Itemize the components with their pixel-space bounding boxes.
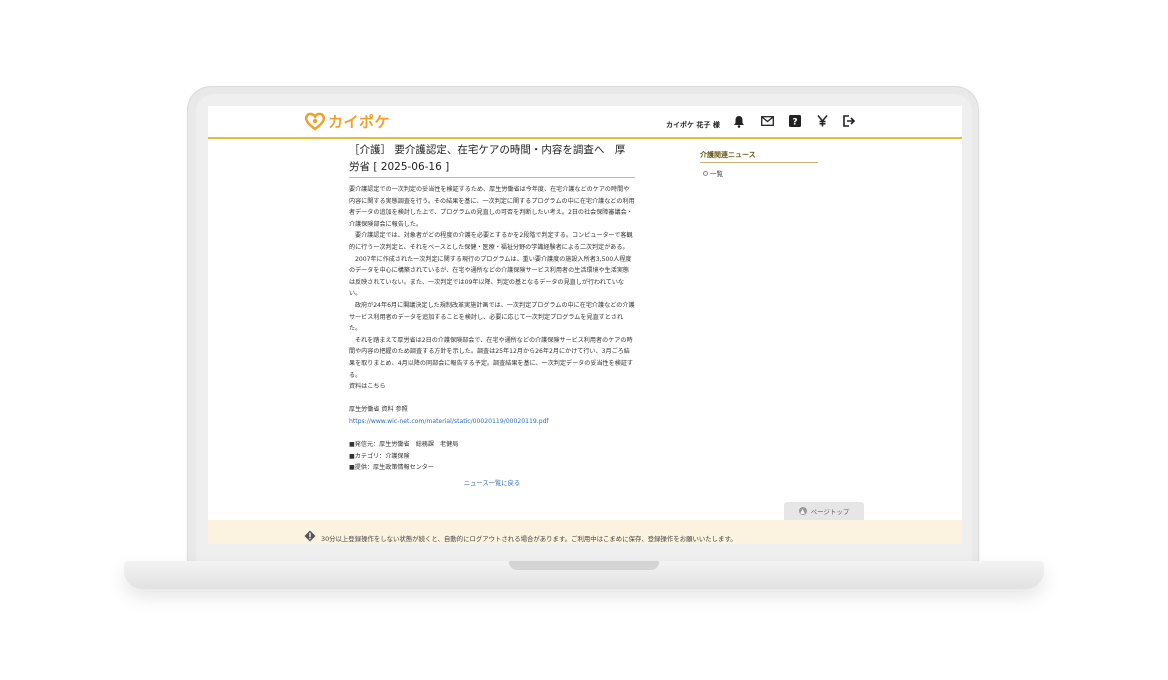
sidebar-item-list[interactable]: 一覧 — [700, 168, 818, 178]
logout-notice-text: 30分以上登録操作をしない状態が続くと、自動的にログアウトされる場合があります。… — [321, 535, 737, 543]
user-name: カイポケ 花子 様 — [666, 121, 720, 129]
article-title: ［介護］ 要介護認定、在宅ケアの時間・内容を調査へ 厚労省 [ 2025-06-… — [349, 142, 635, 178]
reference-label: 厚生労働省 資料 参照 — [349, 406, 408, 414]
article-paragraph: 要介護認定では、対象者がどの程度の介護を必要とするかを2段階で判定する。コンピュ… — [349, 232, 633, 251]
bell-icon[interactable] — [732, 114, 746, 128]
bullet-icon — [703, 170, 708, 176]
reference-link[interactable]: https://www.wic-net.com/material/static/… — [349, 416, 635, 428]
laptop-notch — [509, 561, 659, 570]
page-top-label: ページトップ — [810, 508, 850, 516]
help-icon[interactable]: ? — [788, 114, 802, 128]
site-header: カイポケ カイポケ 花子 様 ? — [208, 106, 962, 139]
sidebar-item-label: 一覧 — [710, 170, 723, 178]
page-top-button[interactable]: ▲ ページトップ — [784, 502, 864, 520]
logout-icon[interactable] — [842, 114, 856, 128]
arrow-up-icon: ▲ — [798, 507, 807, 515]
logo-text: カイポケ — [328, 112, 391, 131]
yen-icon[interactable] — [815, 114, 829, 128]
article-paragraph: 2007年に作成された一次判定に関する現行のプログラムは、重い要介護度の施設入所… — [349, 255, 632, 298]
logo[interactable]: カイポケ — [304, 109, 390, 133]
meta-provider: ■提供：厚生政策情報センター — [349, 464, 434, 472]
browser-screen: カイポケ カイポケ 花子 様 ? ［介護］ 要介護認定、在宅ケアの時間・内容を調… — [208, 106, 962, 544]
article-body: 要介護認定での一次判定の妥当性を検証するため、厚生労働省は今年度、在宅介護などの… — [349, 184, 635, 489]
mail-icon[interactable] — [760, 114, 774, 128]
warning-icon — [304, 530, 316, 542]
meta-source: ■発信元：厚生労働省 総務課 老健局 — [349, 441, 459, 449]
sidebar-title: 介護関連ニュース — [700, 150, 818, 163]
meta-category: ■カテゴリ：介護保険 — [349, 452, 410, 460]
news-article: ［介護］ 要介護認定、在宅ケアの時間・内容を調査へ 厚労省 [ 2025-06-… — [349, 142, 635, 489]
material-note: 資料はこちら — [349, 383, 386, 391]
article-paragraph: 政府が24年6月に閣議決定した規制改革実施計画では、一次判定プログラムの中に在宅… — [349, 301, 635, 333]
svg-text:?: ? — [792, 118, 797, 128]
sidebar: 介護関連ニュース 一覧 — [700, 150, 818, 178]
article-paragraph: 要介護認定での一次判定の妥当性を検証するため、厚生労働省は今年度、在宅介護などの… — [349, 186, 635, 228]
logo-heart-icon — [304, 112, 326, 131]
back-to-news-link[interactable]: ニュース一覧に戻る — [349, 478, 635, 490]
article-paragraph: それを踏まえて厚労省は2日の介護保険部会で、在宅や通所などの介護保険サービス利用… — [349, 336, 634, 379]
